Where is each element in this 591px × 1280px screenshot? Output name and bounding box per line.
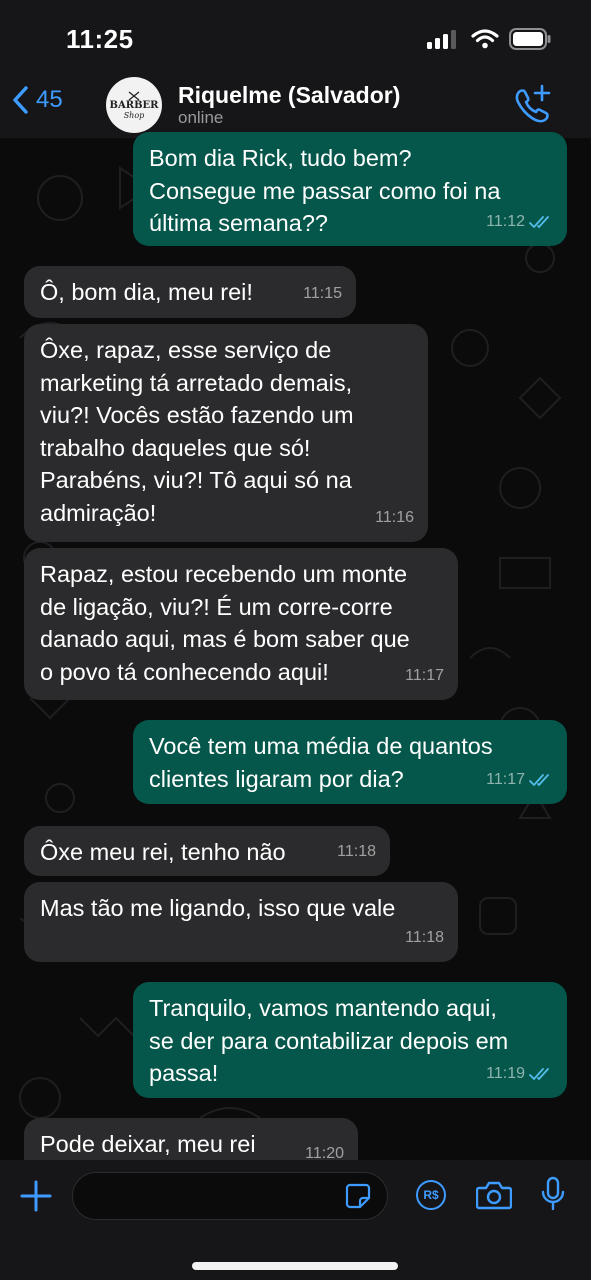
read-ticks-icon — [529, 215, 549, 229]
message-meta: 11:19 — [486, 1058, 553, 1091]
message-meta: 11:12 — [486, 206, 553, 239]
message-text: Ô, bom dia, meu rei! — [40, 279, 253, 305]
message-time: 11:15 — [303, 284, 342, 302]
camera-icon[interactable] — [476, 1180, 512, 1210]
message-bubble-incoming[interactable]: Ôxe, rapaz, esse serviço de marketing tá… — [24, 324, 428, 542]
message-time: 11:17 — [405, 666, 444, 684]
message-text: Ôxe, rapaz, esse serviço de marketing tá… — [40, 337, 354, 526]
message-text: Rapaz, estou recebendo um monte de ligaç… — [40, 561, 410, 685]
message-time: 11:18 — [337, 842, 376, 860]
add-call-icon[interactable] — [512, 84, 552, 124]
wifi-icon — [471, 29, 499, 49]
read-ticks-icon — [529, 773, 549, 787]
message-bubble-outgoing[interactable]: Tranquilo, vamos mantendo aqui, se der p… — [133, 982, 567, 1098]
message-time: 11:12 — [486, 212, 525, 230]
message-text: Mas tão me ligando, isso que vale — [40, 895, 396, 921]
message-meta: 11:17 — [405, 660, 444, 693]
message-bubble-outgoing[interactable]: Você tem uma média de quantos clientes l… — [133, 720, 567, 804]
pix-payment-icon[interactable]: R$ — [416, 1180, 446, 1210]
contact-status: online — [178, 108, 224, 127]
avatar-text-barber: BARBER — [109, 99, 159, 111]
message-bubble-incoming[interactable]: Ôxe meu rei, tenho não 11:18 — [24, 826, 390, 876]
message-bubble-incoming[interactable]: Ô, bom dia, meu rei! 11:15 — [24, 266, 356, 318]
message-text: Pode deixar, meu rei — [40, 1131, 256, 1157]
read-ticks-icon — [529, 1067, 549, 1081]
message-meta: 11:17 — [486, 764, 553, 797]
message-input[interactable] — [72, 1172, 388, 1220]
message-bubble-incoming[interactable]: Mas tão me ligando, isso que vale 11:18 — [24, 882, 458, 962]
scissors-icon — [128, 90, 140, 101]
avatar-text-shop: Shop — [123, 110, 145, 120]
message-meta: 11:16 — [375, 502, 414, 535]
status-icons — [427, 28, 551, 50]
message-bubble-outgoing[interactable]: Bom dia Rick, tudo bem? Consegue me pass… — [133, 132, 567, 246]
message-meta: 11:18 — [405, 922, 444, 955]
message-meta: 11:18 — [337, 836, 376, 869]
message-text: Ôxe meu rei, tenho não — [40, 839, 286, 865]
message-time: 11:16 — [375, 508, 414, 526]
battery-icon — [509, 28, 551, 50]
message-meta: 11:15 — [303, 278, 342, 311]
microphone-icon[interactable] — [540, 1176, 566, 1212]
contact-avatar[interactable]: BARBER Shop — [106, 77, 162, 133]
message-time: 11:18 — [405, 928, 444, 946]
signal-icon — [427, 30, 456, 49]
chevron-left-icon — [13, 86, 28, 114]
status-time: 11:25 — [66, 24, 134, 54]
message-time: 11:17 — [486, 770, 525, 788]
unread-count: 45 — [36, 86, 63, 113]
back-button[interactable]: 45 — [12, 86, 63, 114]
home-indicator — [192, 1262, 398, 1270]
plus-icon[interactable] — [20, 1180, 52, 1212]
message-time: 11:19 — [486, 1064, 525, 1082]
sticker-icon[interactable] — [345, 1183, 371, 1209]
chat-header: 11:25 45 BARBER Shop Riquelme (Salvador)… — [0, 0, 591, 138]
message-bubble-incoming[interactable]: Rapaz, estou recebendo um monte de ligaç… — [24, 548, 458, 700]
pix-label: R$ — [423, 1188, 439, 1202]
contact-name[interactable]: Riquelme (Salvador) — [178, 82, 400, 109]
